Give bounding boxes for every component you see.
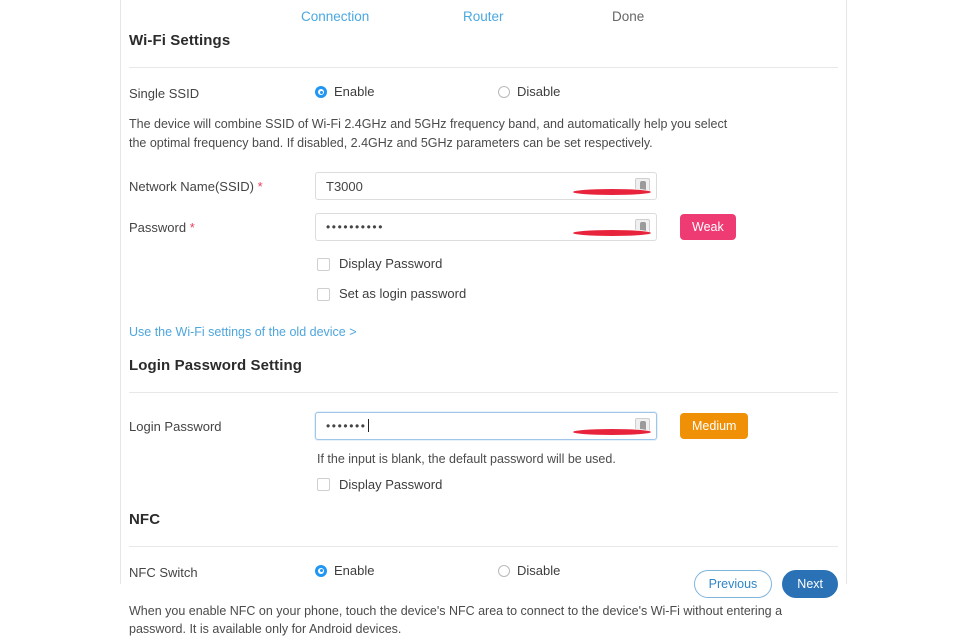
previous-button[interactable]: Previous bbox=[693, 570, 773, 598]
set-as-login-password-checkbox[interactable]: Set as login password bbox=[317, 286, 838, 302]
password-required-mark: * bbox=[189, 220, 195, 235]
login-password-divider bbox=[129, 392, 838, 393]
login-password-label: Login Password bbox=[129, 419, 222, 434]
set-as-login-password-label: Set as login password bbox=[339, 286, 467, 301]
display-password-checkbox-login[interactable]: Display Password bbox=[317, 477, 838, 493]
login-password-setting-heading: Login Password Setting bbox=[129, 357, 303, 374]
use-old-device-wifi-settings-link[interactable]: Use the Wi-Fi settings of the old device… bbox=[129, 325, 357, 339]
display-password-label-wifi: Display Password bbox=[339, 256, 443, 271]
nfc-switch-radio-group: Enable Disable bbox=[315, 563, 735, 583]
nfc-description: When you enable NFC on your phone, touch… bbox=[129, 603, 783, 637]
wifi-settings-divider bbox=[129, 67, 838, 68]
wizard-step-done-label: Done bbox=[612, 9, 645, 24]
login-password-hint: If the input is blank, the default passw… bbox=[317, 452, 616, 466]
wizard-footer: Previous Next bbox=[693, 570, 838, 598]
nfc-enable-radio[interactable]: Enable bbox=[315, 563, 374, 579]
next-button[interactable]: Next bbox=[782, 570, 838, 598]
wizard-step-connection-label: Connection bbox=[301, 9, 370, 24]
password-label: Password bbox=[129, 220, 187, 235]
ssid-required-mark: * bbox=[257, 179, 263, 194]
single-ssid-radio-group: Enable Disable bbox=[315, 84, 735, 104]
single-ssid-disable-radio[interactable]: Disable bbox=[498, 84, 560, 100]
checkbox-unchecked-icon bbox=[317, 478, 330, 491]
nfc-disable-radio[interactable]: Disable bbox=[498, 563, 560, 579]
password-input-wrap: •••••••••• bbox=[315, 213, 657, 241]
wizard-step-router-label: Router bbox=[463, 9, 504, 24]
ssid-field-row: Network Name(SSID) * bbox=[129, 172, 838, 202]
nfc-divider bbox=[129, 545, 838, 547]
password-manager-icon[interactable] bbox=[572, 219, 652, 237]
settings-content: Wi-Fi Settings Single SSID Enable Disabl… bbox=[129, 32, 838, 639]
radio-selected-icon bbox=[315, 86, 327, 98]
wizard-step-router[interactable]: Router bbox=[463, 8, 504, 26]
login-password-strength-badge: Medium bbox=[680, 413, 749, 439]
wizard-step-done: Done bbox=[612, 8, 644, 26]
radio-unselected-icon bbox=[498, 86, 510, 98]
password-manager-icon[interactable] bbox=[572, 418, 652, 436]
old-device-link-wrap: Use the Wi-Fi settings of the old device… bbox=[129, 324, 838, 339]
single-ssid-description: The device will combine SSID of Wi-Fi 2.… bbox=[129, 117, 728, 150]
checkbox-unchecked-icon bbox=[317, 287, 330, 301]
password-label-wrap: Password * bbox=[129, 219, 195, 237]
single-ssid-label: Single SSID bbox=[129, 86, 200, 101]
wizard-step-connection[interactable]: Connection bbox=[301, 8, 369, 26]
single-ssid-enable-label: Enable bbox=[334, 84, 375, 99]
checkbox-unchecked-icon bbox=[317, 257, 330, 271]
radio-unselected-icon bbox=[498, 564, 510, 577]
nfc-heading: NFC bbox=[129, 510, 161, 528]
wifi-settings-heading: Wi-Fi Settings bbox=[129, 32, 231, 49]
ssid-input-wrap bbox=[315, 172, 657, 200]
display-password-checkbox-wifi[interactable]: Display Password bbox=[317, 256, 838, 272]
login-password-input-wrap: ••••••• bbox=[315, 412, 657, 440]
ssid-label: Network Name(SSID) bbox=[129, 179, 254, 194]
login-password-field-row: Login Password ••••••• Medium bbox=[129, 412, 838, 442]
nfc-switch-label: NFC Switch bbox=[129, 564, 198, 580]
password-manager-icon[interactable] bbox=[572, 178, 652, 196]
single-ssid-disable-label: Disable bbox=[517, 84, 561, 99]
ssid-label-wrap: Network Name(SSID) * bbox=[129, 178, 263, 196]
content-panel: Connection Router Done Wi-Fi Settings Si… bbox=[120, 0, 847, 636]
password-field-row: Password * •••••••••• Weak bbox=[129, 213, 838, 243]
page-root: Connection Router Done Wi-Fi Settings Si… bbox=[0, 0, 960, 636]
password-strength-badge: Weak bbox=[680, 214, 736, 240]
nfc-disable-label: Disable bbox=[517, 562, 561, 578]
nfc-enable-label: Enable bbox=[334, 562, 375, 578]
radio-selected-icon bbox=[315, 564, 327, 577]
display-password-label-login: Display Password bbox=[339, 476, 443, 492]
single-ssid-enable-radio[interactable]: Enable bbox=[315, 84, 374, 100]
single-ssid-row: Single SSID Enable Disable bbox=[129, 84, 838, 104]
